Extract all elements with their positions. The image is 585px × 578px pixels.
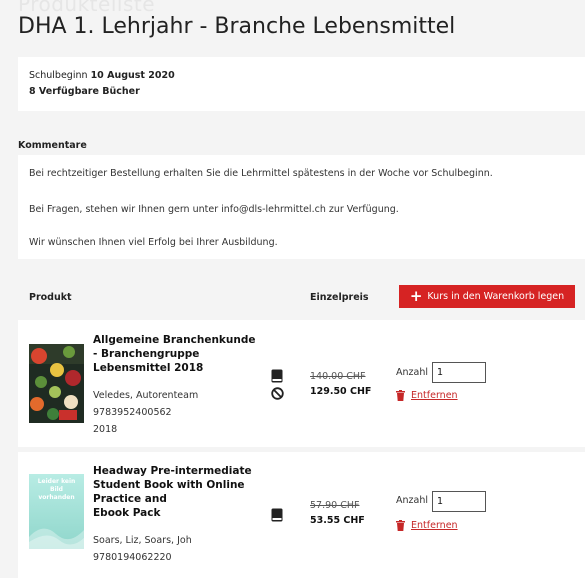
product-row: Leider kein Bild vorhanden Headway Pre-i…	[18, 452, 585, 578]
book-icon	[271, 508, 283, 522]
ban-icon	[271, 387, 284, 400]
quantity-input[interactable]	[432, 362, 486, 383]
book-cover-placeholder[interactable]: Leider kein Bild vorhanden	[29, 474, 84, 549]
available-books: 8 Verfügbare Bücher	[29, 86, 140, 97]
course-info-box: Schulbeginn 10 August 2020 8 Verfügbare …	[18, 57, 585, 111]
page-title: DHA 1. Lehrjahr - Branche Lebensmittel	[18, 14, 456, 39]
product-title[interactable]: Headway Pre-intermediate Student Book wi…	[93, 464, 268, 520]
product-authors: Soars, Liz, Soars, Joh	[93, 535, 192, 546]
add-course-to-cart-label: Kurs in den Warenkorb legen	[427, 291, 565, 302]
book-cover-image[interactable]	[29, 344, 84, 423]
discounted-price: 129.50 CHF	[310, 386, 372, 397]
product-title-line: Lebensmittel 2018	[93, 362, 204, 374]
remove-label: Entfernen	[411, 520, 458, 531]
cover-placeholder-line: Leider kein	[37, 478, 76, 485]
product-isbn: 9780194062220	[93, 552, 172, 563]
discounted-price: 53.55 CHF	[310, 515, 365, 526]
plus-icon: +	[409, 287, 423, 305]
product-isbn: 9783952400562	[93, 407, 172, 418]
column-header-price: Einzelpreis	[310, 292, 369, 303]
product-title[interactable]: Allgemeine Branchenkunde - Branchengrupp…	[93, 333, 268, 375]
product-title-line: Practice and	[93, 493, 167, 505]
remove-label: Entfernen	[411, 390, 458, 401]
original-price: 57.90 CHF	[310, 500, 360, 511]
cover-placeholder-text: Leider kein Bild vorhanden	[29, 478, 84, 502]
product-title-line: Student Book with Online	[93, 479, 245, 491]
book-icon	[271, 369, 283, 383]
table-header: Produkt Einzelpreis + Kurs in den Warenk…	[18, 263, 585, 315]
original-price: 140.00 CHF	[310, 371, 366, 382]
cover-placeholder-line: Bild	[50, 486, 63, 493]
comments-heading: Kommentare	[18, 140, 87, 151]
comment-line: Bei Fragen, stehen wir Ihnen gern unter …	[29, 204, 399, 215]
product-authors: Veledes, Autorenteam	[93, 390, 199, 401]
school-start-label: Schulbeginn	[29, 70, 88, 81]
placeholder-decoration	[29, 528, 84, 549]
trash-icon	[396, 390, 405, 401]
school-start: Schulbeginn 10 August 2020	[29, 70, 175, 81]
quantity-label: Anzahl	[396, 367, 428, 378]
quantity-label: Anzahl	[396, 495, 428, 506]
product-title-line: - Branchengruppe	[93, 348, 200, 360]
product-row: Allgemeine Branchenkunde - Branchengrupp…	[18, 320, 585, 447]
remove-button[interactable]: Entfernen	[396, 520, 458, 531]
product-year: 2018	[93, 424, 118, 435]
product-title-line: Headway Pre-intermediate	[93, 465, 252, 477]
school-start-date: 10 August 2020	[90, 70, 175, 81]
product-meta: Veledes, Autorenteam 9783952400562 2018	[93, 387, 198, 438]
column-header-product: Produkt	[29, 292, 72, 303]
remove-button[interactable]: Entfernen	[396, 390, 458, 401]
product-title-line: Ebook Pack	[93, 507, 161, 519]
product-meta: Soars, Liz, Soars, Joh 9780194062220	[93, 532, 192, 566]
trash-icon	[396, 520, 405, 531]
comment-line: Wir wünschen Ihnen viel Erfolg bei Ihrer…	[29, 237, 278, 248]
quantity-input[interactable]	[432, 491, 486, 512]
product-title-line: Allgemeine Branchenkunde	[93, 334, 256, 346]
cover-placeholder-line: vorhanden	[38, 494, 75, 501]
add-course-to-cart-button[interactable]: + Kurs in den Warenkorb legen	[399, 285, 575, 308]
comments-box: Bei rechtzeitiger Bestellung erhalten Si…	[18, 155, 585, 259]
comment-line: Bei rechtzeitiger Bestellung erhalten Si…	[29, 168, 493, 179]
